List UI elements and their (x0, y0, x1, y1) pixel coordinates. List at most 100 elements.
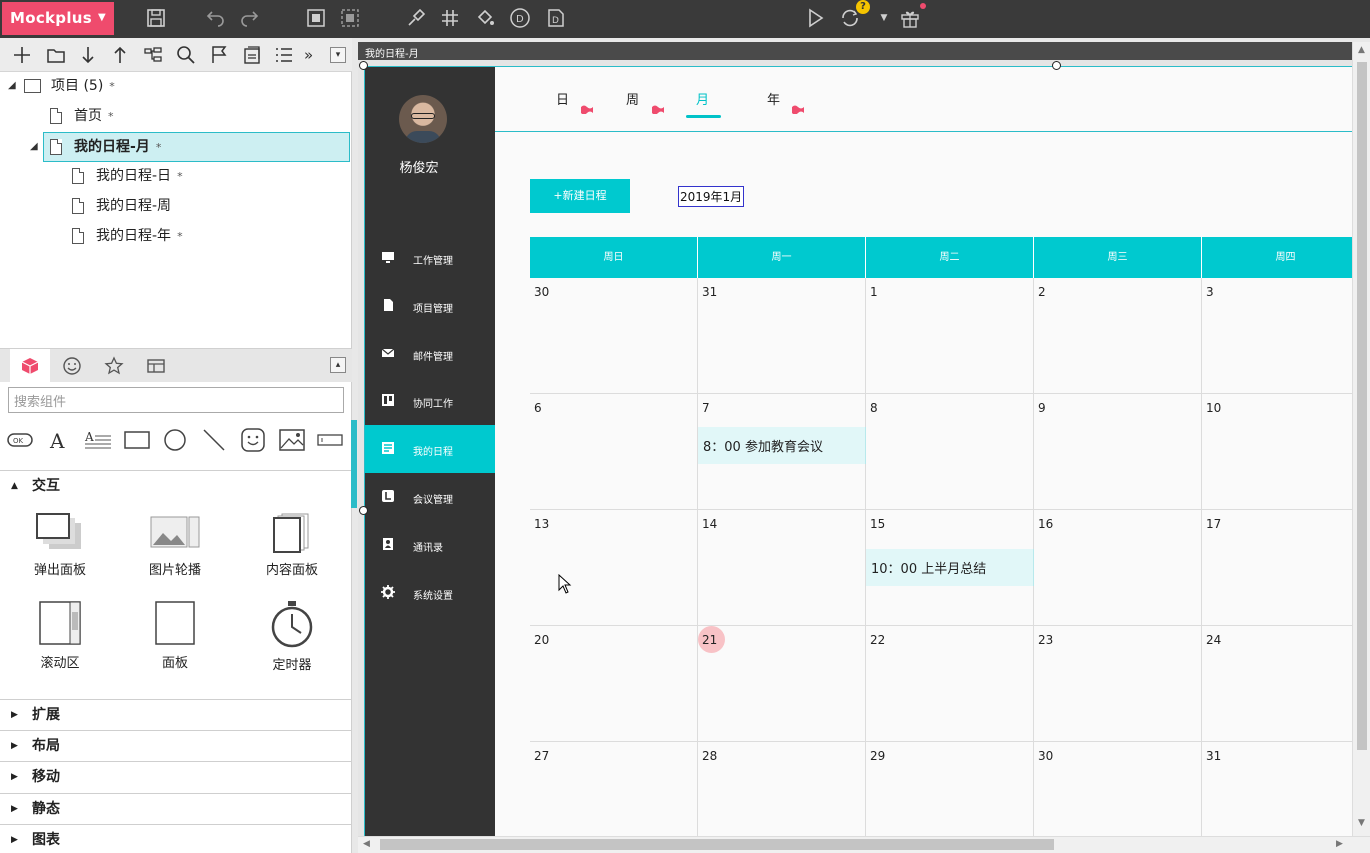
add-page-icon[interactable] (11, 44, 33, 66)
tree-item-home[interactable]: 首页 * (0, 102, 352, 130)
tab-favorites[interactable] (94, 349, 134, 383)
help-badge[interactable]: ? (856, 0, 870, 14)
tree-item-schedule-month[interactable]: ◢ 我的日程-月 * (30, 132, 350, 162)
calendar-day-cell[interactable]: 24 (1202, 626, 1352, 742)
line-component-icon[interactable] (200, 427, 228, 453)
calendar-day-cell[interactable]: 16 (1034, 510, 1202, 626)
grid-icon[interactable] (438, 6, 462, 30)
text-component-icon[interactable]: A (45, 427, 73, 453)
move-down-icon[interactable] (77, 44, 99, 66)
tree-item-schedule-year[interactable]: 我的日程-年 * (0, 222, 352, 250)
calendar-day-cell[interactable]: 3 (1202, 278, 1352, 394)
menu-item-collab[interactable]: 协同工作 (365, 377, 495, 425)
tree-root[interactable]: ◢ 项目 (5) * (0, 72, 352, 100)
tree-item-schedule-day[interactable]: 我的日程-日 * (0, 162, 352, 190)
section-layout[interactable]: ▶ 布局 (0, 730, 352, 760)
collapse-triangle-icon[interactable]: ◢ (8, 72, 16, 100)
vertical-scrollbar[interactable]: ▲ ▼ (1352, 42, 1370, 836)
move-up-icon[interactable] (109, 44, 131, 66)
calendar-day-cell[interactable]: 1 (866, 278, 1034, 394)
image-component-icon[interactable] (278, 427, 306, 453)
collapse-panel-button[interactable]: ▴ (330, 357, 346, 373)
calendar-day-cell[interactable]: 9 (1034, 394, 1202, 510)
event-item[interactable]: 10：00 上半月总结 (866, 549, 1034, 586)
menu-item-settings[interactable]: 系统设置 (365, 569, 495, 617)
scrollbar-thumb[interactable] (1357, 62, 1367, 750)
scroll-left-icon[interactable]: ◀ (363, 839, 370, 849)
panel-splitter[interactable] (351, 420, 357, 508)
collapse-panel-button[interactable]: ▾ (330, 47, 346, 63)
input-component-icon[interactable] (316, 427, 344, 453)
tab-templates[interactable] (136, 349, 176, 383)
widget-content-panel[interactable]: 内容面板 (242, 513, 342, 578)
tab-icons[interactable] (52, 349, 92, 383)
calendar-day-cell[interactable]: 15 10：00 上半月总结 (866, 510, 1034, 626)
widget-panel[interactable]: 面板 (125, 600, 225, 671)
calendar-day-cell[interactable]: 6 (530, 394, 698, 510)
calendar-day-cell[interactable]: 31 (698, 278, 866, 394)
calendar-day-cell[interactable]: 27 (530, 742, 698, 836)
section-static[interactable]: ▶ 静态 (0, 793, 352, 823)
avatar[interactable] (399, 95, 447, 143)
circle-component-icon[interactable] (161, 427, 189, 453)
button-component-icon[interactable]: OK (6, 427, 34, 453)
menu-item-meeting[interactable]: 会议管理 (365, 473, 495, 521)
doc-d-icon[interactable]: D (544, 6, 568, 30)
selection-handle[interactable] (359, 506, 368, 515)
menu-item-work[interactable]: 工作管理 (365, 234, 495, 282)
widget-timer[interactable]: 定时器 (242, 600, 342, 673)
new-schedule-button[interactable]: +新建日程 (530, 179, 630, 213)
group-icon[interactable] (304, 6, 328, 30)
calendar-day-cell[interactable]: 30 (1034, 742, 1202, 836)
design-canvas[interactable]: 杨俊宏 工作管理 项目管理 邮件管理 协同工作 我的日程 会议管理 通讯录 系统… (358, 60, 1352, 836)
calendar-day-cell[interactable]: 8 (866, 394, 1034, 510)
tree-item-schedule-week[interactable]: 我的日程-周 (0, 192, 352, 220)
widget-popup-panel[interactable]: 弹出面板 (10, 513, 110, 578)
scroll-up-icon[interactable]: ▲ (1358, 45, 1365, 55)
selection-handle[interactable] (359, 61, 368, 70)
current-month-label[interactable]: 2019年1月 (678, 186, 745, 207)
calendar-day-cell[interactable]: 2 (1034, 278, 1202, 394)
d-circle-icon[interactable]: D (508, 6, 532, 30)
calendar-day-cell[interactable]: 14 (698, 510, 866, 626)
tab-day[interactable]: 日 (556, 89, 569, 108)
section-chart[interactable]: ▶ 图表 (0, 824, 352, 853)
menu-item-contacts[interactable]: 通讯录 (365, 521, 495, 569)
redo-icon[interactable] (238, 6, 262, 30)
calendar-day-cell[interactable]: 28 (698, 742, 866, 836)
collapse-triangle-icon[interactable]: ◢ (30, 133, 38, 161)
calendar-day-cell[interactable]: 17 (1202, 510, 1352, 626)
event-item[interactable]: 8：00 参加教育会议 (698, 427, 866, 464)
brand-menu-button[interactable]: Mockplus ▼ (2, 2, 114, 35)
chevron-down-icon[interactable]: ▼ (872, 6, 896, 30)
scroll-down-icon[interactable]: ▼ (1358, 818, 1365, 828)
rectangle-component-icon[interactable] (123, 427, 151, 453)
page-settings-icon[interactable] (241, 44, 263, 66)
paragraph-component-icon[interactable]: A (84, 427, 112, 453)
list-icon[interactable] (273, 44, 295, 66)
calendar-day-cell[interactable]: 29 (866, 742, 1034, 836)
widget-scroll-area[interactable]: 滚动区 (10, 600, 110, 671)
calendar-day-cell[interactable]: 22 (866, 626, 1034, 742)
menu-item-project[interactable]: 项目管理 (365, 282, 495, 330)
component-search-input[interactable]: 搜索组件 (8, 387, 344, 413)
tab-month[interactable]: 月 (696, 89, 709, 108)
folder-icon[interactable] (45, 44, 67, 66)
hierarchy-icon[interactable] (142, 44, 164, 66)
section-mobile[interactable]: ▶ 移动 (0, 761, 352, 791)
calendar-day-cell[interactable]: 23 (1034, 626, 1202, 742)
play-icon[interactable] (803, 6, 827, 30)
icon-component-icon[interactable] (239, 427, 267, 453)
ungroup-icon[interactable] (338, 6, 362, 30)
calendar-day-cell[interactable]: 7 8：00 参加教育会议 (698, 394, 866, 510)
format-brush-icon[interactable] (404, 6, 428, 30)
undo-icon[interactable] (203, 6, 227, 30)
calendar-day-cell[interactable]: 13 (530, 510, 698, 626)
tab-components[interactable] (10, 349, 50, 383)
save-icon[interactable] (144, 6, 168, 30)
calendar-day-cell[interactable]: 30 (530, 278, 698, 394)
more-icon[interactable]: » (304, 44, 326, 66)
selection-handle[interactable] (1052, 61, 1061, 70)
scrollbar-thumb[interactable] (380, 839, 1054, 850)
gift-icon[interactable] (898, 6, 922, 30)
